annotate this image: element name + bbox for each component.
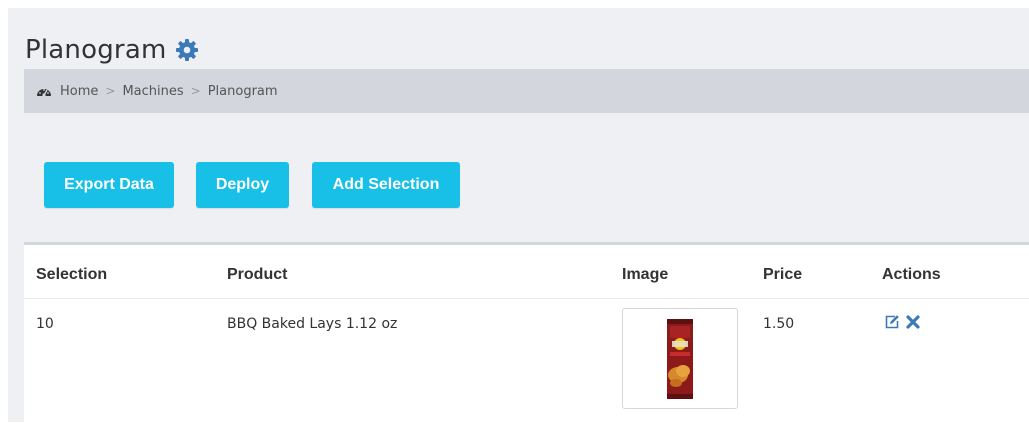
selection-cell: 10 bbox=[36, 316, 54, 332]
row-actions bbox=[884, 314, 921, 330]
breadcrumb-separator: > bbox=[190, 84, 201, 98]
product-cell: BBQ Baked Lays 1.12 oz bbox=[227, 316, 398, 332]
product-image bbox=[622, 308, 738, 409]
dashboard-icon bbox=[36, 85, 52, 97]
price-cell: 1.50 bbox=[763, 316, 795, 332]
breadcrumb-separator: > bbox=[105, 84, 116, 98]
column-header-selection: Selection bbox=[36, 266, 108, 283]
deploy-button[interactable]: Deploy bbox=[196, 162, 289, 208]
breadcrumb-machines-link[interactable]: Machines bbox=[122, 84, 183, 99]
page-title: Planogram bbox=[25, 35, 167, 65]
page-container: Planogram Home > Machines > Planogram Ex… bbox=[8, 8, 1029, 423]
planogram-table: Selection Product Image Price Actions 10… bbox=[24, 242, 1029, 423]
export-data-button[interactable]: Export Data bbox=[44, 162, 174, 208]
breadcrumb-home-link[interactable]: Home bbox=[60, 84, 98, 99]
page-header: Planogram bbox=[25, 32, 199, 68]
gear-icon[interactable] bbox=[175, 38, 199, 62]
header-divider bbox=[24, 298, 1029, 299]
column-header-image: Image bbox=[622, 266, 669, 283]
column-header-actions: Actions bbox=[882, 266, 941, 283]
column-header-price: Price bbox=[763, 266, 803, 283]
column-header-product: Product bbox=[227, 266, 288, 283]
add-selection-button[interactable]: Add Selection bbox=[312, 162, 460, 208]
breadcrumb-current: Planogram bbox=[207, 83, 278, 99]
breadcrumb: Home > Machines > Planogram bbox=[24, 69, 1029, 113]
edit-icon[interactable] bbox=[884, 314, 900, 330]
delete-icon[interactable] bbox=[905, 314, 921, 330]
chip-bag-image bbox=[667, 319, 693, 399]
